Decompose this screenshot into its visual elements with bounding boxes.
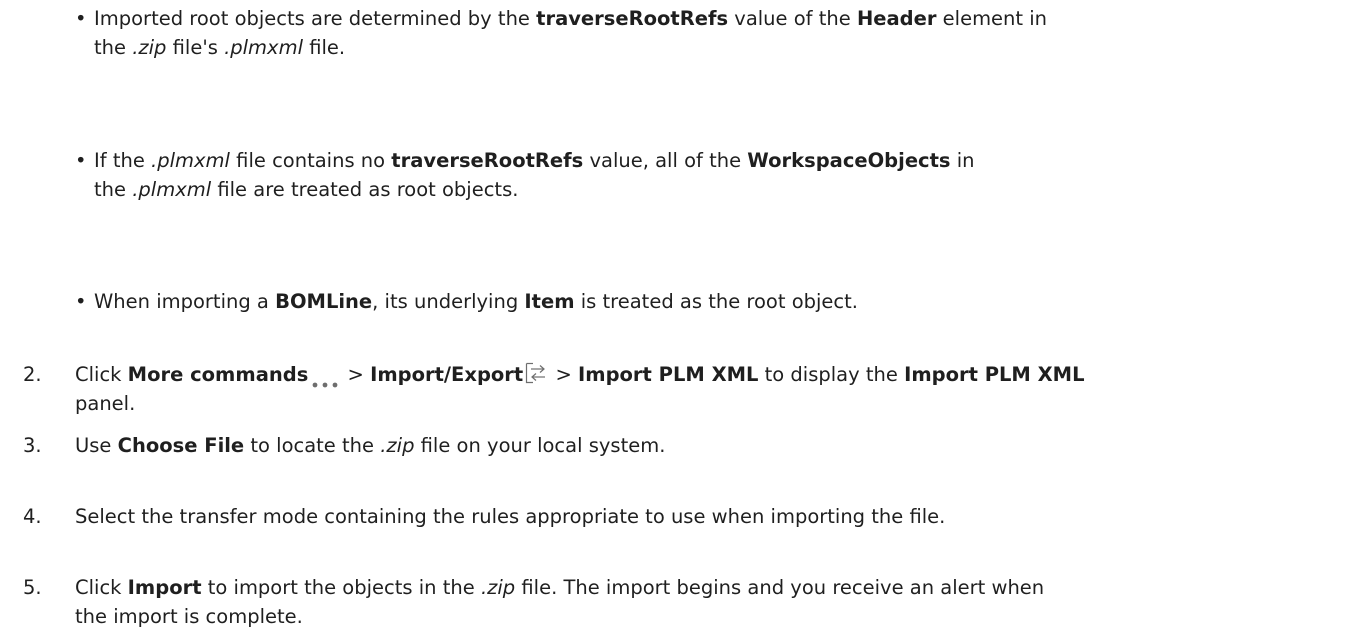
text: panel.: [75, 392, 136, 415]
step-line: Click More commands > Import/Export > Im…: [75, 360, 1340, 389]
file-ext-zip: .zip: [132, 36, 167, 59]
bullet-line: the .zip file's .plmxml file.: [94, 33, 1334, 62]
ui-label-choose-file: Choose File: [117, 434, 245, 457]
term-header: Header: [856, 7, 937, 30]
text: When importing a: [94, 290, 276, 313]
file-ext-zip: .zip: [480, 576, 516, 599]
text: , its underlying: [372, 290, 525, 313]
ui-label-import-export: Import/Export: [370, 363, 524, 386]
term-traverseRootRefs: traverseRootRefs: [536, 7, 729, 30]
step-line: Use Choose File to locate the .zip file …: [75, 431, 1340, 460]
text: file contains no: [229, 149, 392, 172]
text: Imported root objects are determined by …: [94, 7, 537, 30]
bullet-item-root-objects: • Imported root objects are determined b…: [75, 4, 1334, 62]
text: to import the objects in the: [201, 576, 481, 599]
step-line: Select the transfer mode containing the …: [75, 502, 1340, 531]
step-line: the import is complete.: [75, 602, 1340, 631]
ui-label-import-plm-xml: Import PLM XML: [578, 363, 759, 386]
text: Use: [75, 434, 118, 457]
text: the import is complete.: [75, 605, 303, 628]
text: Click: [75, 576, 128, 599]
text: file. The import begins and you receive …: [515, 576, 1045, 599]
step-text: Use Choose File to locate the .zip file …: [75, 431, 1340, 460]
bullet-item-no-traverse: • If the .plmxml file contains no traver…: [75, 146, 1334, 204]
step-number: 5.: [23, 576, 42, 599]
text: the: [94, 178, 133, 201]
text: to display the: [758, 363, 905, 386]
step-line: Click Import to import the objects in th…: [75, 573, 1340, 602]
ui-label-more-commands: More commands: [127, 363, 309, 386]
step-line: panel.: [75, 389, 1340, 418]
term-traverseRootRefs: traverseRootRefs: [391, 149, 584, 172]
file-ext-plmxml: .plmxml: [151, 149, 230, 172]
text: If the: [94, 149, 152, 172]
step-number: 3.: [23, 434, 42, 457]
more-commands-icon: [310, 369, 340, 387]
step-number: 2.: [23, 363, 42, 386]
text: value of the: [728, 7, 857, 30]
text: file on your local system.: [414, 434, 666, 457]
text: the: [94, 36, 133, 59]
bullet-marker: •: [75, 149, 87, 172]
text: in: [950, 149, 975, 172]
bullet-marker: •: [75, 290, 87, 313]
step-text: Click More commands > Import/Export > Im…: [75, 360, 1340, 418]
step-text: Click Import to import the objects in th…: [75, 573, 1340, 631]
ui-label-import: Import: [127, 576, 202, 599]
text: Click: [75, 363, 128, 386]
file-ext-plmxml: .plmxml: [224, 36, 304, 59]
text: file are treated as root objects.: [211, 178, 519, 201]
step-number: 4.: [23, 505, 42, 528]
bullet-line: Imported root objects are determined by …: [94, 4, 1334, 33]
text: >: [549, 363, 578, 386]
bullet-marker: •: [75, 7, 87, 30]
term-workspaceobjects: WorkspaceObjects: [747, 149, 951, 172]
ui-label-import-plm-xml-panel: Import PLM XML: [904, 363, 1085, 386]
text: is treated as the root object.: [574, 290, 858, 313]
import-export-icon: [525, 362, 547, 384]
text: file.: [303, 36, 346, 59]
text: value, all of the: [583, 149, 748, 172]
bullet-line: the .plmxml file are treated as root obj…: [94, 175, 1334, 204]
text: to locate the: [244, 434, 381, 457]
bullet-item-bomline: • When importing a BOMLine, its underlyi…: [75, 287, 1334, 316]
text: element in: [936, 7, 1048, 30]
step-text: Select the transfer mode containing the …: [75, 502, 1340, 531]
text: >: [341, 363, 371, 386]
bullet-line: When importing a BOMLine, its underlying…: [94, 287, 1334, 316]
term-bomline: BOMLine: [275, 290, 373, 313]
text: Select the transfer mode containing the …: [75, 505, 946, 528]
term-item: Item: [524, 290, 575, 313]
bullet-line: If the .plmxml file contains no traverse…: [94, 146, 1334, 175]
text: file's: [166, 36, 225, 59]
file-ext-plmxml: .plmxml: [132, 178, 212, 201]
file-ext-zip: .zip: [380, 434, 415, 457]
